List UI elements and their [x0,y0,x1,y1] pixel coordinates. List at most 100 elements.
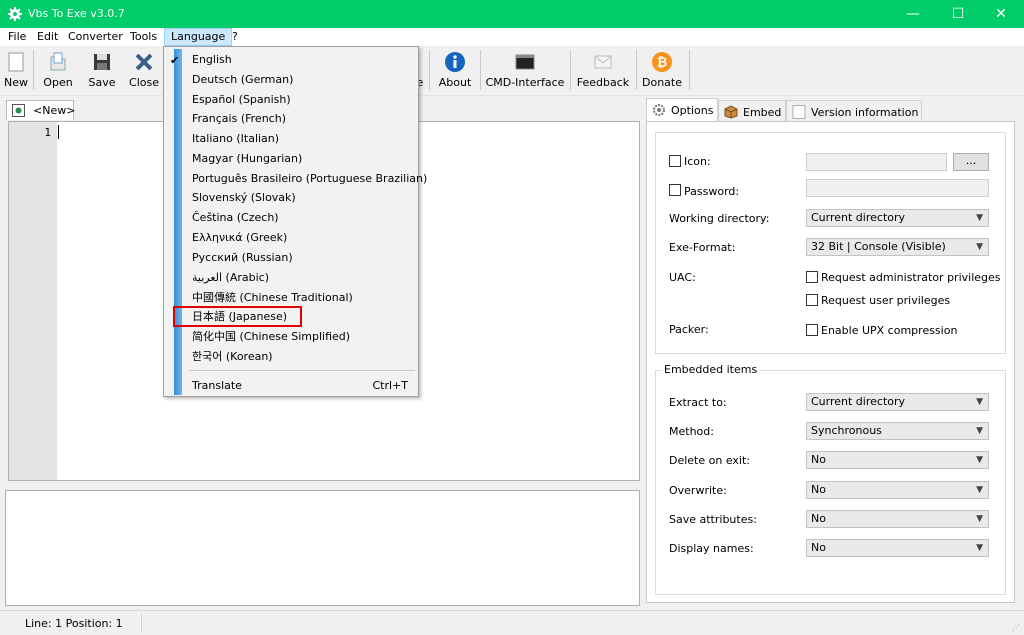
text-caret [58,125,59,139]
tab-version-information[interactable]: Version information [786,100,922,122]
bitcoin-icon: ₿ [652,52,672,72]
upx-label: Enable UPX compression [821,324,958,337]
uac-admin-label: Request administrator privileges [821,271,1001,284]
method-value: Synchronous [811,424,882,437]
language-item-greek[interactable]: Ελληνικά (Greek) [192,228,287,247]
open-label: Open [43,76,73,89]
about-label: About [438,76,472,89]
packer-label: Packer: [669,323,709,336]
menu-edit[interactable]: Edit [31,28,64,46]
display-names-value: No [811,541,826,554]
document-tab-label: <New> [33,104,76,117]
delete-on-exit-label: Delete on exit: [669,454,750,467]
display-names-select[interactable]: No ▼ [806,539,989,557]
chevron-down-icon: ▼ [976,455,983,465]
tab-embed[interactable]: Embed [718,100,786,122]
overwrite-value: No [811,483,826,496]
language-item-chinese-simplified[interactable]: 简化中国 (Chinese Simplified) [192,327,350,346]
language-menu: ✔ English Deutsch (German) Español (Span… [163,46,427,397]
chevron-down-icon: ▼ [976,242,983,252]
save-attributes-value: No [811,512,826,525]
maximize-button[interactable]: ☐ [935,0,981,28]
new-file-icon [8,52,24,72]
toolbar-separator [429,50,430,90]
document-tab[interactable]: <New> [6,100,76,120]
password-field[interactable] [806,179,989,197]
donate-button[interactable]: ₿ Donate [640,48,684,94]
toolbar-separator [33,50,34,90]
close-button[interactable]: Close [126,48,162,94]
new-label: New [4,76,28,89]
box-icon [724,105,738,119]
menu-converter[interactable]: Converter [62,28,129,46]
toolbar-separator [480,50,481,90]
language-item-italian[interactable]: Italiano (Italian) [192,129,279,148]
chevron-down-icon: ▼ [976,426,983,436]
cmd-interface-button[interactable]: CMD-Interface [484,48,566,94]
extract-to-value: Current directory [811,395,906,408]
checkmark-icon: ✔ [170,54,180,67]
language-item-hungarian[interactable]: Magyar (Hungarian) [192,149,302,168]
translate-shortcut: Ctrl+T [372,379,408,392]
tab-options[interactable]: Options [646,98,718,122]
icon-path-field[interactable] [806,153,947,171]
close-window-button[interactable]: ✕ [978,0,1024,28]
title-bar: Vbs To Exe v3.0.7 — ☐ ✕ [0,0,1024,28]
info-icon [445,52,465,72]
translate-item[interactable]: Translate [192,376,242,395]
envelope-icon [594,55,612,69]
menu-bar: File Edit Converter Tools Language ? [0,28,1024,46]
language-item-slovak[interactable]: Slovenský (Slovak) [192,188,296,207]
exe-format-select[interactable]: 32 Bit | Console (Visible) ▼ [806,238,989,256]
display-names-label: Display names: [669,542,754,555]
language-item-czech[interactable]: Čeština (Czech) [192,208,279,227]
embedded-items-title: Embedded items [662,363,760,376]
language-item-russian[interactable]: Русский (Russian) [192,248,293,267]
uac-admin-checkbox[interactable] [806,271,818,283]
overwrite-select[interactable]: No ▼ [806,481,989,499]
menu-file[interactable]: File [2,28,32,46]
language-item-french[interactable]: Français (French) [192,109,286,128]
working-directory-value: Current directory [811,211,906,224]
menu-help[interactable]: ? [226,28,244,46]
method-label: Method: [669,425,714,438]
feedback-button[interactable]: Feedback [575,48,631,94]
menu-tools[interactable]: Tools [124,28,163,46]
menu-accent-strip [174,49,182,395]
resize-grip-icon[interactable]: ⋰ [1012,623,1020,632]
status-separator [141,614,142,633]
options-panel: Icon: ... Password: Working directory: C… [646,121,1015,603]
chevron-down-icon: ▼ [976,213,983,223]
tab-embed-label: Embed [743,106,782,119]
save-attributes-select[interactable]: No ▼ [806,510,989,528]
tab-options-label: Options [671,104,714,117]
minimize-button[interactable]: — [890,0,936,28]
uac-user-checkbox[interactable] [806,294,818,306]
about-button[interactable]: About [434,48,476,94]
uac-user-label: Request user privileges [821,294,951,307]
extract-to-select[interactable]: Current directory ▼ [806,393,989,411]
method-select[interactable]: Synchronous ▼ [806,422,989,440]
language-item-english[interactable]: English [192,50,232,69]
language-item-german[interactable]: Deutsch (German) [192,70,293,89]
chevron-down-icon: ▼ [976,397,983,407]
language-item-chinese-traditional[interactable]: 中國傳統 (Chinese Traditional) [192,288,353,307]
language-item-korean[interactable]: 한국어 (Korean) [192,347,273,366]
upx-checkbox[interactable] [806,324,818,336]
delete-on-exit-select[interactable]: No ▼ [806,451,989,469]
uac-label: UAC: [669,271,696,284]
icon-browse-button[interactable]: ... [953,153,989,171]
password-checkbox[interactable] [669,184,681,196]
language-item-spanish[interactable]: Español (Spanish) [192,90,291,109]
line-number: 1 [44,126,51,139]
working-directory-select[interactable]: Current directory ▼ [806,209,989,227]
save-button[interactable]: Save [86,48,118,94]
new-button[interactable]: New [2,48,30,94]
menu-language[interactable]: Language [164,28,233,46]
language-item-portuguese-brazilian[interactable]: Português Brasileiro (Portuguese Brazili… [192,169,427,188]
output-pane[interactable] [5,490,640,606]
open-button[interactable]: Open [40,48,76,94]
language-item-arabic[interactable]: العربية (Arabic) [192,268,269,287]
icon-checkbox[interactable] [669,155,681,167]
toolbar-separator [636,50,637,90]
